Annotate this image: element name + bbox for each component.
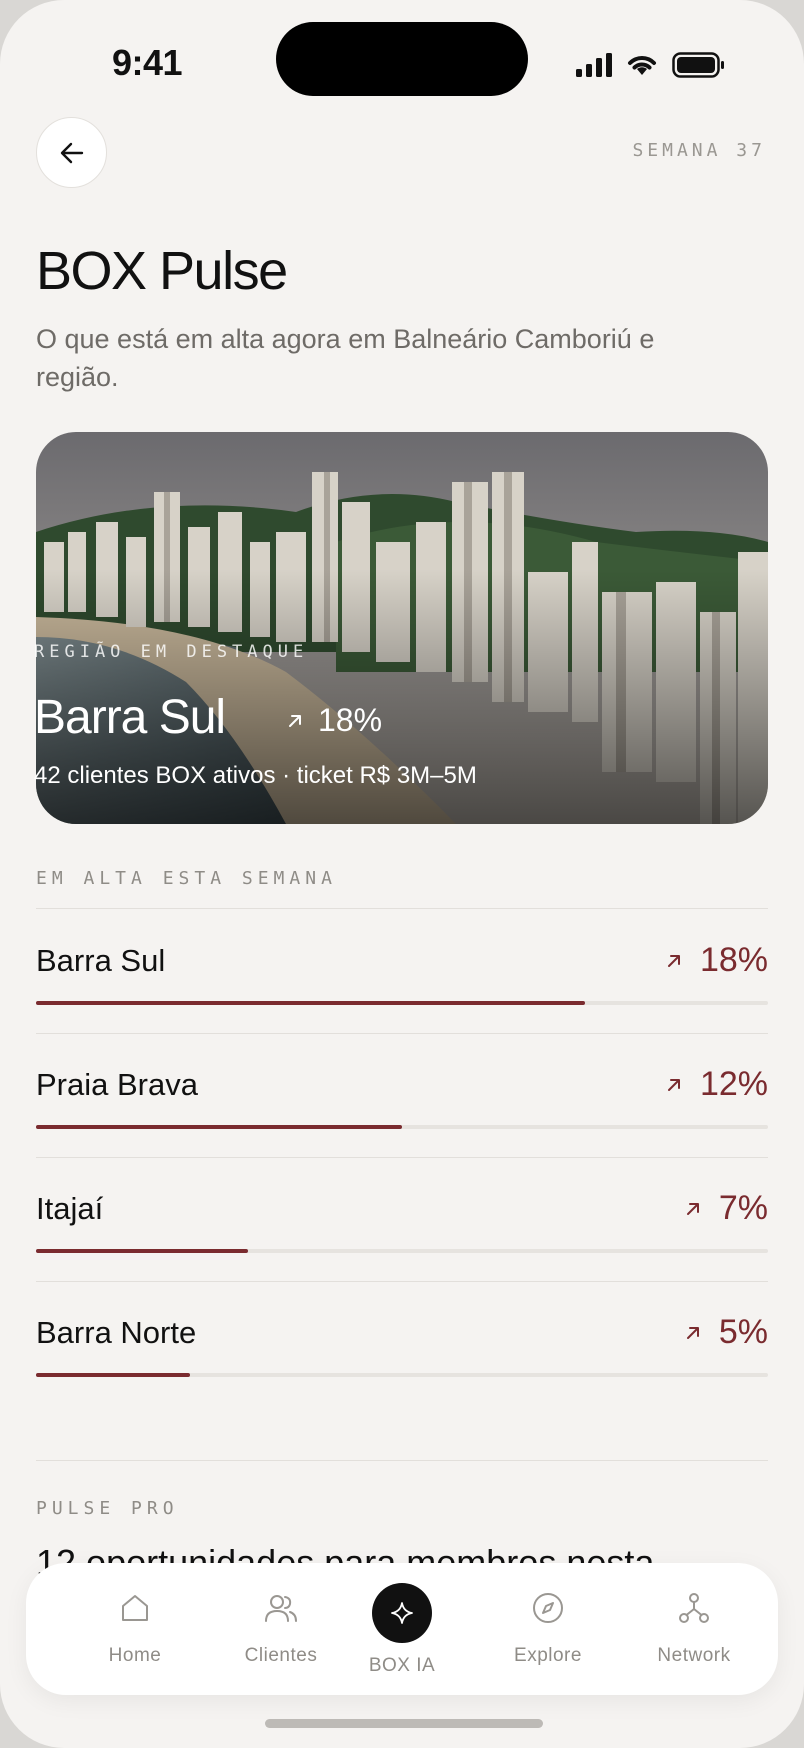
status-icons <box>576 50 726 80</box>
arrow-left-icon <box>60 142 83 163</box>
tab-explore[interactable]: Explore <box>483 1563 613 1695</box>
region-growth-value: 18% <box>699 941 768 979</box>
home-icon <box>122 1595 148 1621</box>
trending-row-praia-brava[interactable]: Praia Brava 12% <box>36 1033 768 1157</box>
arrow-up-right-icon <box>289 714 301 727</box>
pulse-pro-label: PULSE PRO <box>36 1498 179 1519</box>
region-name: Praia Brava <box>36 1067 198 1102</box>
hero-kicker: REGIÃO EM DESTAQUE <box>34 642 309 662</box>
region-growth: 12% <box>666 1065 768 1104</box>
arrow-up-right-icon <box>667 1078 680 1091</box>
region-growth: 7% <box>685 1189 768 1228</box>
growth-bar-fill <box>36 1125 402 1129</box>
status-time: 9:41 <box>112 42 183 83</box>
tab-network[interactable]: Network <box>629 1563 759 1695</box>
page-subtitle: O que está em alta agora em Balneário Ca… <box>36 324 655 392</box>
growth-bar-track <box>36 1001 768 1005</box>
back-button[interactable] <box>36 117 107 188</box>
page-title: BOX Pulse <box>36 241 288 301</box>
growth-bar-track <box>36 1249 768 1253</box>
tab-label: Explore <box>514 1645 582 1666</box>
arrow-up-right-icon <box>686 1202 699 1215</box>
divider <box>36 1460 768 1461</box>
region-growth-value: 12% <box>699 1065 768 1103</box>
hero-meta: 42 clientes BOX ativos · ticket R$ 3M–5M <box>34 762 477 789</box>
trending-row-barra-sul[interactable]: Barra Sul 18% <box>36 909 768 1033</box>
region-growth: 18% <box>666 941 768 980</box>
trending-section-label: EM ALTA ESTA SEMANA <box>36 868 337 889</box>
tab-home[interactable]: Home <box>70 1563 200 1695</box>
week-label: SEMANA 37 <box>632 140 766 161</box>
arrow-up-right-icon <box>667 954 680 967</box>
network-icon <box>679 1593 709 1623</box>
growth-bar-track <box>36 1373 768 1377</box>
growth-bar-fill <box>36 1249 249 1253</box>
trending-row-barra-norte[interactable]: Barra Norte 5% <box>36 1281 768 1405</box>
hero-region-name: Barra Sul <box>34 691 226 744</box>
tab-label: BOX IA <box>368 1655 436 1676</box>
hero-growth-value: 18% <box>318 702 383 738</box>
region-name: Barra Sul <box>36 943 166 978</box>
tab-label: Clientes <box>244 1645 318 1666</box>
dynamic-island <box>276 22 528 96</box>
cellular-signal-icon <box>576 53 612 77</box>
hero-growth: 18% <box>286 702 382 739</box>
compass-icon <box>533 1593 563 1623</box>
growth-bar-fill <box>36 1373 190 1377</box>
home-indicator <box>265 1719 543 1728</box>
sparkle-icon <box>391 1602 413 1624</box>
region-growth-value: 7% <box>718 1189 768 1227</box>
box-ia-button[interactable] <box>372 1583 432 1643</box>
tab-bar: Home Clientes BOX IA Explore Network <box>26 1563 778 1695</box>
region-growth-value: 5% <box>718 1313 768 1351</box>
tab-label: Home <box>108 1645 162 1666</box>
wifi-icon <box>628 56 656 75</box>
phone-screen: 9:41 SEMANA 37 BOX Pulse O que está em a… <box>0 0 804 1748</box>
growth-bar-fill <box>36 1001 585 1005</box>
tab-clientes[interactable]: Clientes <box>216 1563 346 1695</box>
trending-row-itajai[interactable]: Itajaí 7% <box>36 1157 768 1281</box>
growth-bar-track <box>36 1125 768 1129</box>
arrow-up-right-icon <box>686 1326 699 1339</box>
users-icon <box>265 1595 297 1622</box>
region-growth: 5% <box>685 1313 768 1352</box>
region-name: Itajaí <box>36 1191 104 1226</box>
tab-box-ia[interactable]: BOX IA <box>337 1563 467 1695</box>
region-name: Barra Norte <box>36 1315 197 1350</box>
battery-icon <box>672 52 724 78</box>
tab-label: Network <box>657 1645 731 1666</box>
